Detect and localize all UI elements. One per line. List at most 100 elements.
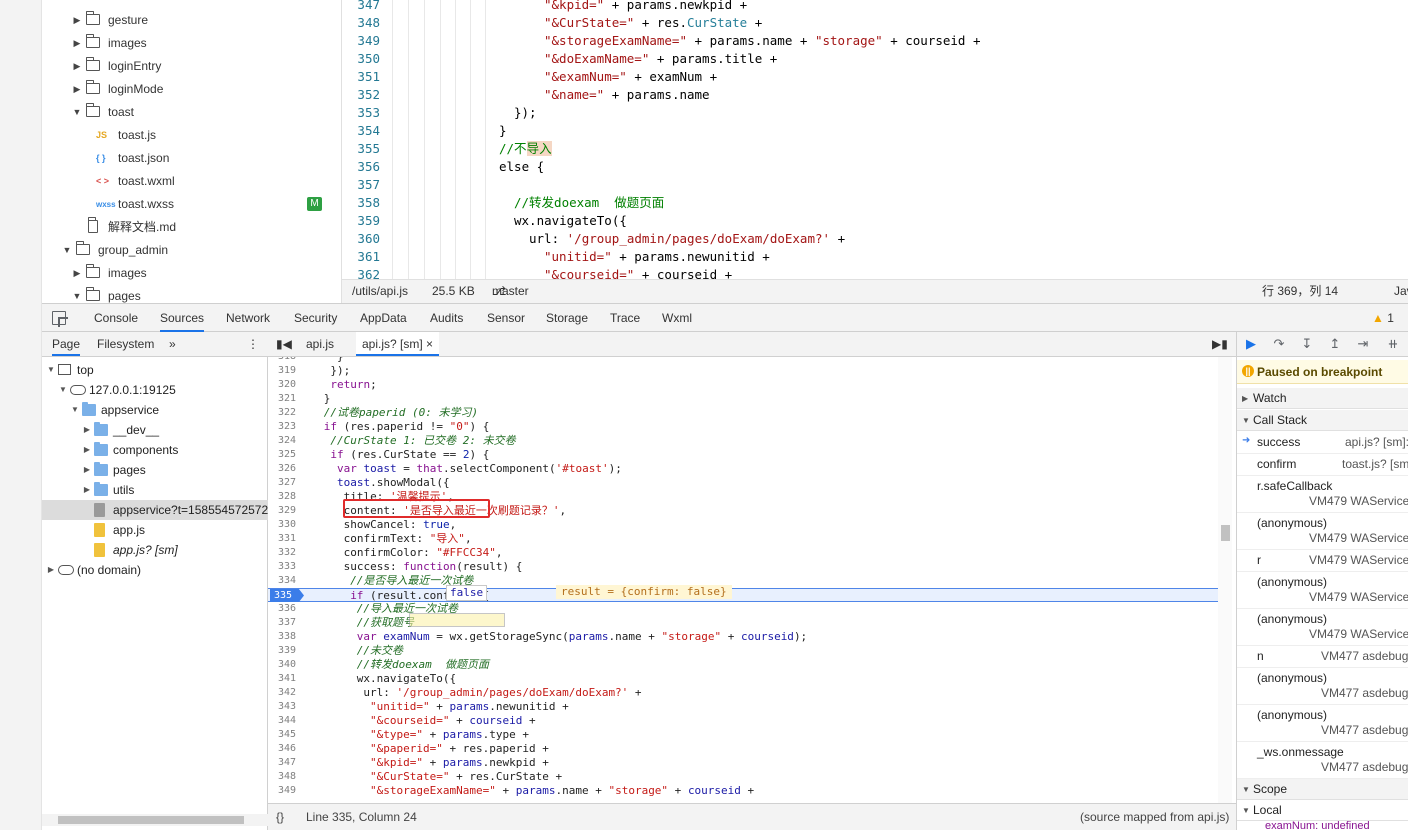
- line-number[interactable]: 347: [268, 756, 296, 770]
- frame-location[interactable]: VM477 asdebug.: [1321, 723, 1408, 737]
- tab-wxml[interactable]: Wxml: [662, 304, 692, 332]
- line-number[interactable]: 356: [342, 158, 380, 176]
- tree-item[interactable]: ▶ images: [42, 32, 341, 55]
- deactivate-breakpoints-icon[interactable]: ⧺: [1385, 336, 1401, 352]
- pretty-print-icon[interactable]: {}: [276, 804, 284, 830]
- line-number[interactable]: 329: [268, 504, 296, 518]
- tree-item[interactable]: ▶ loginMode: [42, 78, 341, 101]
- step-out-icon[interactable]: ↥: [1327, 336, 1343, 352]
- tab-network[interactable]: Network: [226, 304, 270, 332]
- frame-location[interactable]: VM479 WAService.: [1309, 531, 1408, 545]
- line-number[interactable]: 348: [342, 14, 380, 32]
- breakpoint-marker[interactable]: 335: [270, 589, 304, 602]
- tab-api-js[interactable]: api.js: [306, 332, 334, 356]
- line-number[interactable]: 346: [268, 742, 296, 756]
- navigator-item[interactable]: app.js? [sm]: [42, 540, 268, 560]
- frame-location[interactable]: VM477 asdebug.: [1321, 686, 1408, 700]
- tab-sensor[interactable]: Sensor: [487, 304, 525, 332]
- line-number[interactable]: 321: [268, 392, 296, 406]
- tab-console[interactable]: Console: [94, 304, 138, 332]
- tree-item[interactable]: wxss toast.wxss M: [42, 193, 341, 216]
- line-number[interactable]: 357: [342, 176, 380, 194]
- tree-item[interactable]: ▼ pages: [42, 285, 341, 303]
- frame-location[interactable]: VM479 WAService.: [1309, 627, 1408, 641]
- call-stack-frame[interactable]: confirm toast.js? [sm]: [1237, 454, 1408, 476]
- tab-trace[interactable]: Trace: [610, 304, 640, 332]
- navigator-horizontal-scrollbar[interactable]: [42, 814, 268, 826]
- tree-item[interactable]: 解释文档.md: [42, 216, 341, 239]
- tab-filesystem[interactable]: Filesystem: [97, 332, 154, 356]
- tab-appdata[interactable]: AppData: [360, 304, 407, 332]
- close-tab-icon[interactable]: ×: [426, 337, 433, 351]
- line-number[interactable]: 358: [342, 194, 380, 212]
- tree-item[interactable]: ▼ toast: [42, 101, 341, 124]
- line-number[interactable]: 354: [342, 122, 380, 140]
- line-number[interactable]: 332: [268, 546, 296, 560]
- step-over-icon[interactable]: ↷: [1271, 336, 1287, 352]
- section-watch[interactable]: ▶ Watch: [1237, 388, 1408, 409]
- tab-page[interactable]: Page: [52, 332, 81, 356]
- navigator-item[interactable]: ▶ pages: [42, 460, 268, 480]
- source-code[interactable]: 318}319});320return;321}322//试卷paperid (…: [268, 357, 1226, 803]
- inspect-element-icon[interactable]: [52, 311, 66, 325]
- line-number[interactable]: 359: [342, 212, 380, 230]
- line-number[interactable]: 336: [268, 602, 296, 616]
- call-stack-frame[interactable]: (anonymous) VM479 WAService.: [1237, 572, 1408, 609]
- navigator-item[interactable]: ▼ appservice: [42, 400, 268, 420]
- line-number[interactable]: 322: [268, 406, 296, 420]
- source-map-link[interactable]: (source mapped from api.js): [1080, 804, 1229, 830]
- frame-location[interactable]: toast.js? [sm]: [1342, 457, 1408, 471]
- line-number[interactable]: 362: [342, 266, 380, 279]
- frame-location[interactable]: VM477 asdebug.: [1321, 649, 1408, 663]
- tree-item[interactable]: < > toast.wxml: [42, 170, 341, 193]
- line-number[interactable]: 344: [268, 714, 296, 728]
- line-number[interactable]: 340: [268, 658, 296, 672]
- line-number[interactable]: 319: [268, 364, 296, 378]
- tab-sources[interactable]: Sources: [160, 304, 205, 332]
- resume-icon[interactable]: ▶: [1243, 336, 1259, 352]
- line-number[interactable]: 327: [268, 476, 296, 490]
- line-number[interactable]: 345: [268, 728, 296, 742]
- call-stack-frame[interactable]: r VM479 WAService.: [1237, 550, 1408, 572]
- tree-item[interactable]: JS toast.js: [42, 124, 341, 147]
- call-stack-frame[interactable]: _ws.onmessage VM477 asdebug.: [1237, 742, 1408, 779]
- tree-item[interactable]: ▼ group_admin: [42, 239, 341, 262]
- navigator-item[interactable]: app.js: [42, 520, 268, 540]
- navigator-item[interactable]: ▶ components: [42, 440, 268, 460]
- tab-storage[interactable]: Storage: [546, 304, 588, 332]
- navigator-item[interactable]: ▶ __dev__: [42, 420, 268, 440]
- frame-location[interactable]: VM477 asdebug.: [1321, 760, 1408, 774]
- step-into-icon[interactable]: ↧: [1299, 336, 1315, 352]
- line-number[interactable]: 350: [342, 50, 380, 68]
- toggle-navigator-icon[interactable]: ▮◀: [276, 332, 292, 356]
- line-number[interactable]: 349: [342, 32, 380, 50]
- line-number[interactable]: 330: [268, 518, 296, 532]
- line-number[interactable]: 339: [268, 644, 296, 658]
- line-number[interactable]: 351: [342, 68, 380, 86]
- line-number[interactable]: 338: [268, 630, 296, 644]
- tree-item[interactable]: ▶ gesture: [42, 9, 341, 32]
- line-number[interactable]: 347: [342, 0, 380, 14]
- step-icon[interactable]: ⇥: [1355, 336, 1371, 352]
- line-number[interactable]: 361: [342, 248, 380, 266]
- line-number[interactable]: 349: [268, 784, 296, 798]
- line-number[interactable]: 324: [268, 434, 296, 448]
- frame-location[interactable]: VM479 WAService.: [1309, 494, 1408, 508]
- frame-location[interactable]: VM479 WAService.: [1309, 590, 1408, 604]
- scrollbar-thumb[interactable]: [58, 816, 244, 824]
- tab-api-js-sm[interactable]: api.js? [sm] ×: [356, 332, 440, 356]
- call-stack-frame[interactable]: ➜ success api.js? [sm]:3: [1237, 432, 1408, 454]
- scrollbar-thumb[interactable]: [1221, 525, 1230, 541]
- line-number[interactable]: 323: [268, 420, 296, 434]
- section-scope[interactable]: ▼ Scope: [1237, 779, 1408, 800]
- local-variable[interactable]: examNum: undefined: [1265, 820, 1370, 830]
- navigator-item[interactable]: ▼ 127.0.0.1:19125: [42, 380, 268, 400]
- navigator-menu-icon[interactable]: ⋮: [247, 332, 259, 356]
- line-number[interactable]: 337: [268, 616, 296, 630]
- call-stack-frame[interactable]: (anonymous) VM477 asdebug.: [1237, 705, 1408, 742]
- warning-counter[interactable]: ▲ 1: [1372, 304, 1394, 332]
- line-number[interactable]: 353: [342, 104, 380, 122]
- tree-item[interactable]: ▶ images: [42, 262, 341, 285]
- navigator-item[interactable]: appservice?t=1585545725​72: [42, 500, 268, 520]
- navigator-item[interactable]: ▼ top: [42, 360, 268, 380]
